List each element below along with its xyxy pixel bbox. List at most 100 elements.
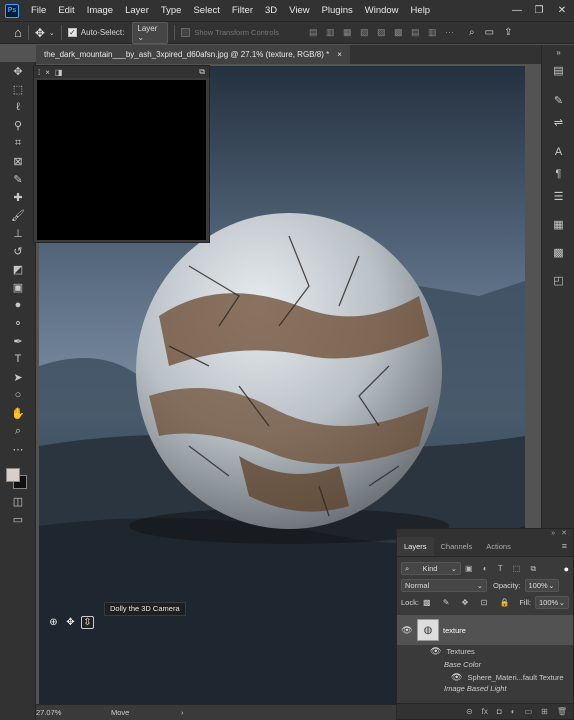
photoshop-logo[interactable]: Ps [5,3,19,18]
collapse-icon[interactable]: » [551,530,555,537]
foreground-color[interactable] [6,468,20,482]
menu-edit[interactable]: Edit [52,0,80,21]
close-tab-icon[interactable]: × [337,50,342,59]
opacity-field[interactable]: 100% ⌄ [524,579,559,592]
minimize-button[interactable]: — [506,0,528,21]
menu-filter[interactable]: Filter [226,0,259,21]
lock-icons[interactable]: ▩ ✎ ✥ ⊡ 🔒 [423,598,515,607]
panel-menu-icon[interactable]: ≡ [562,541,567,551]
home-icon[interactable]: ⌂ [14,25,22,40]
path-select-icon[interactable]: ➤ [0,368,36,386]
filter-kind-dropdown[interactable]: ⌕ Kind ⌄ [401,562,461,575]
stamp-icon[interactable]: ⊥ [0,224,36,242]
close-panel-icon[interactable]: ✕ [561,529,567,537]
auto-select-checkbox[interactable]: ✓ [67,28,77,37]
filter-toggle-icon[interactable]: ● [564,564,569,574]
layer-thumbnail[interactable]: ◍ [417,619,439,641]
adjustment-icon[interactable]: ◐ [511,707,516,716]
menu-plugins[interactable]: Plugins [316,0,359,21]
transform-checkbox[interactable] [181,28,191,37]
material-row[interactable]: 👁 Sphere_Materi...fault Texture [397,671,573,684]
mask-icon[interactable]: ◘ [497,707,502,716]
filter-icons[interactable]: ▣ ◐ T ⬚ ⧉ [465,564,540,574]
menu-view[interactable]: View [283,0,315,21]
navigator-expand-icon[interactable]: ⧉ [199,67,205,77]
3d-panel-icon[interactable]: ◰ [542,269,574,291]
ibl-row[interactable]: Image Based Light [397,684,573,693]
menu-help[interactable]: Help [405,0,437,21]
magic-wand-icon[interactable]: ⚲ [0,116,36,134]
auto-select-dropdown[interactable]: Layer ⌄ [132,21,169,44]
zoom-icon[interactable]: ⌕ [0,422,36,440]
fx-icon[interactable]: fx [482,707,488,716]
fill-field[interactable]: 100% ⌄ [535,596,569,609]
menu-window[interactable]: Window [359,0,405,21]
menu-image[interactable]: Image [81,0,119,21]
status-arrow-icon[interactable]: › [181,708,184,717]
color-swatches[interactable] [0,462,35,492]
paragraph-icon[interactable]: ¶ [542,163,574,185]
menu-file[interactable]: File [25,0,52,21]
menu-select[interactable]: Select [187,0,225,21]
search-icon[interactable]: ⌕ [469,27,475,38]
tab-channels[interactable]: Channels [434,537,480,556]
blend-mode-dropdown[interactable]: Normal ⌄ [401,579,487,592]
swatches-icon[interactable]: ▦ [542,213,574,235]
navigator-panel[interactable]: ⁞ × ◨ ⧉ [33,65,210,243]
document-tab[interactable]: the_dark_mountain___by_ash_3xpired_d60af… [36,45,350,64]
move-tool-icon[interactable]: ✥ [0,62,36,80]
pan-icon[interactable]: ✥ [64,616,77,629]
group-icon[interactable]: ▭ [525,707,533,716]
brush-icon[interactable]: 🖌 [0,206,36,224]
orbit-icon[interactable]: ⊕ [47,616,60,629]
properties-icon[interactable]: ☰ [542,185,574,207]
brush-settings-icon[interactable]: ✎ [542,89,574,111]
quick-mask-icon[interactable]: ◫ [0,492,36,510]
adjustments-icon[interactable]: ⇌ [542,111,574,133]
gradient-icon[interactable]: ▣ [0,278,36,296]
eye-icon[interactable]: 👁 [451,672,462,683]
marquee-icon[interactable]: ⬚ [0,80,36,98]
type-icon[interactable]: T [0,350,36,368]
pen-icon[interactable]: ✒ [0,332,36,350]
workspace-icon[interactable]: ▭ [485,27,494,38]
tab-actions[interactable]: Actions [479,537,518,556]
eraser-icon[interactable]: ◩ [0,260,36,278]
zoom-level[interactable]: 27.07% [36,708,111,717]
eye-icon[interactable]: 👁 [397,625,417,636]
new-layer-icon[interactable]: ⊞ [541,707,548,716]
eye-icon[interactable]: 👁 [430,646,441,657]
menu-3d[interactable]: 3D [259,0,283,21]
close-window-button[interactable]: ✕ [551,0,573,21]
history-icon[interactable]: ▤ [542,59,574,81]
eyedropper-icon[interactable]: ✎ [0,170,36,188]
maximize-button[interactable]: ❐ [528,0,550,21]
frame-icon[interactable]: ⊠ [0,152,36,170]
base-color-row[interactable]: Base Color [397,658,573,671]
menu-type[interactable]: Type [155,0,188,21]
hand-icon[interactable]: ✋ [0,404,36,422]
dolly-camera-icon[interactable]: ⇳ [81,616,94,629]
layer-row-texture[interactable]: 👁 ◍ texture [397,615,573,645]
panel-grip-icon[interactable]: ⁞ [38,68,40,77]
move-icon[interactable]: ✥ [35,26,45,40]
tab-layers[interactable]: Layers [397,537,434,556]
share-icon[interactable]: ⇪ [504,27,512,38]
navigator-close-icon[interactable]: × [45,68,50,77]
libraries-icon[interactable]: ▩ [542,241,574,263]
collapse-icon[interactable]: » [542,45,574,59]
textures-row[interactable]: 👁 Textures [397,645,573,658]
more-tools-icon[interactable]: ⋯ [0,440,36,458]
ellipse-icon[interactable]: ○ [0,386,36,404]
link-icon[interactable]: ⊝ [466,707,473,716]
character-icon[interactable]: A [542,141,574,163]
blur-icon[interactable]: ● [0,296,36,314]
lasso-icon[interactable]: ℓ [0,98,36,116]
chevron-down-icon[interactable]: ⌄ [49,29,55,37]
history-brush-icon[interactable]: ↺ [0,242,36,260]
screen-mode-icon[interactable]: ▭ [0,510,36,528]
trash-icon[interactable]: 🗑 [557,707,567,716]
crop-icon[interactable]: ⌗ [0,134,36,152]
menu-layer[interactable]: Layer [119,0,155,21]
navigator-menu-icon[interactable]: ◨ [55,68,63,77]
